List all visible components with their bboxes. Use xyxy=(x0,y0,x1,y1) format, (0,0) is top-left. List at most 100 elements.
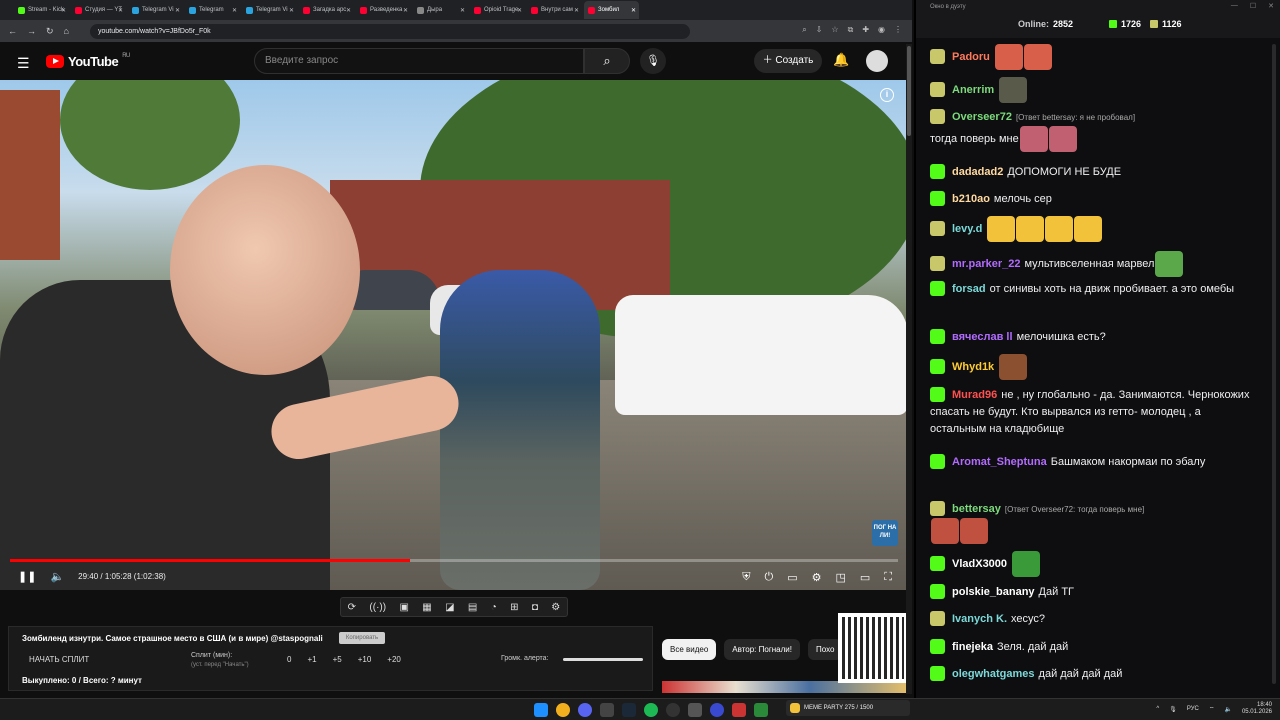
browser-tab[interactable]: Stream - Kick ✕ xyxy=(14,1,69,19)
split-value-button[interactable]: +1 xyxy=(307,655,316,664)
alert-volume-slider[interactable] xyxy=(563,658,643,661)
maximize-icon[interactable]: ☐ xyxy=(1250,2,1256,10)
search-icon[interactable]: ⌕ xyxy=(802,25,806,35)
chat-username[interactable]: VladX3000 xyxy=(952,558,1007,570)
mic-icon[interactable]: 🎙 xyxy=(1169,706,1177,713)
copy-badge[interactable]: Копировать xyxy=(339,632,385,644)
loop-icon[interactable]: ⟳ xyxy=(348,602,356,613)
browser-tab[interactable]: Студия — YT ✕ xyxy=(71,1,126,19)
browser-tab[interactable]: Telegram ✕ xyxy=(185,1,240,19)
puzzle-icon[interactable]: ✚ xyxy=(862,25,869,35)
language-indicator[interactable]: РУС xyxy=(1187,706,1199,712)
autoplay-toggle-icon[interactable]: ⏻ xyxy=(765,571,774,584)
split-value-button[interactable]: 0 xyxy=(287,655,291,664)
reload-icon[interactable]: ↻ xyxy=(46,26,54,37)
obs-icon[interactable] xyxy=(666,703,680,717)
browser-tab[interactable]: Telegram Vi ✕ xyxy=(242,1,297,19)
split-value-button[interactable]: +10 xyxy=(358,655,372,664)
chat-username[interactable]: forsad xyxy=(952,283,986,295)
extension-icon[interactable]: ⧉ xyxy=(848,25,854,35)
settings-gear-icon[interactable]: ⚙ xyxy=(812,571,822,584)
steam-icon[interactable] xyxy=(622,703,636,717)
hamburger-menu-icon[interactable]: ☰ xyxy=(17,55,30,72)
crop-icon[interactable]: ◪ xyxy=(445,602,454,613)
chat-username[interactable]: polskie_banany xyxy=(952,586,1035,598)
meme-party-widget[interactable]: MEME PARTY 275 / 1500 xyxy=(786,700,910,716)
chat-username[interactable]: вячеслав ll xyxy=(952,331,1013,343)
browser-menu-icon[interactable]: ⋮ xyxy=(894,25,902,35)
tab-close-icon[interactable]: ✕ xyxy=(118,7,123,14)
chevron-up-icon[interactable]: ^ xyxy=(1156,706,1159,712)
avatar[interactable] xyxy=(866,50,888,72)
browser-tab[interactable]: Telegram Vi ✕ xyxy=(128,1,183,19)
chat-username[interactable]: Murad96 xyxy=(952,389,997,401)
fullscreen-icon[interactable]: ⛶ xyxy=(884,571,892,584)
chat-username[interactable]: olegwhatgames xyxy=(952,668,1035,680)
youtube-logo[interactable]: YouTube RU xyxy=(46,53,130,69)
video-player[interactable]: i ПОГ НА ЛИ! ❚❚ 🔈 29:40 / 1:05:28 (1:02:… xyxy=(0,80,908,590)
page-scrollbar-thumb[interactable] xyxy=(907,46,911,136)
tab-close-icon[interactable]: ✕ xyxy=(61,7,66,14)
chat-username[interactable]: Whyd1k xyxy=(952,361,994,373)
subtitles-icon[interactable]: ▭ xyxy=(787,571,797,584)
tab-close-icon[interactable]: ✕ xyxy=(232,7,237,14)
install-icon[interactable]: ⇩ xyxy=(816,25,823,35)
start-split-button[interactable]: НАЧАТЬ СПЛИТ xyxy=(29,655,89,664)
url-field[interactable]: youtube.com/watch?v=JBfDo5r_F0k xyxy=(90,24,690,39)
split-value-button[interactable]: +20 xyxy=(387,655,401,664)
tab-close-icon[interactable]: ✕ xyxy=(460,7,465,14)
chat-scrollbar[interactable] xyxy=(1268,40,1280,696)
stretch-icon[interactable]: ▤ xyxy=(468,602,477,613)
theater-mode-icon[interactable]: ▭ xyxy=(860,571,870,584)
browser-tab[interactable]: Внутри сам ✕ xyxy=(527,1,582,19)
browser-tab[interactable]: Дыра ✕ xyxy=(413,1,468,19)
clock[interactable]: 18:40 05.01.2026 xyxy=(1242,702,1272,716)
notifications-bell-icon[interactable]: 🔔 xyxy=(833,52,849,68)
bookmark-star-icon[interactable]: ☆ xyxy=(831,25,838,35)
browser-tab[interactable]: Загадка арс ✕ xyxy=(299,1,354,19)
app-icon[interactable] xyxy=(754,703,768,717)
frame-icon[interactable]: ▦ xyxy=(422,602,431,613)
volume-icon[interactable]: 🔈 xyxy=(50,570,64,583)
chat-username[interactable]: Padoru xyxy=(952,51,990,63)
tab-close-icon[interactable]: ✕ xyxy=(289,7,294,14)
spotify-icon[interactable] xyxy=(644,703,658,717)
minimize-icon[interactable]: — xyxy=(1231,2,1238,10)
profile-icon[interactable]: ◉ xyxy=(878,25,885,35)
tab-close-icon[interactable]: ✕ xyxy=(517,7,522,14)
tab-close-icon[interactable]: ✕ xyxy=(403,7,408,14)
browser-tab[interactable]: Opioid Trage ✕ xyxy=(470,1,525,19)
app-icon[interactable] xyxy=(732,703,746,717)
chat-username[interactable]: Ivanych K. xyxy=(952,613,1007,625)
tab-close-icon[interactable]: ✕ xyxy=(175,7,180,14)
chat-username[interactable]: finejeka xyxy=(952,641,993,653)
search-button[interactable]: ⌕ xyxy=(584,48,630,74)
player-icon[interactable] xyxy=(710,703,724,717)
search-input[interactable]: Введите запрос xyxy=(254,48,584,74)
settings-icon[interactable]: ⚙ xyxy=(551,602,560,613)
back-icon[interactable]: ← xyxy=(8,26,17,36)
tab-close-icon[interactable]: ✕ xyxy=(631,7,636,14)
browser-tab[interactable]: Разведенка ✕ xyxy=(356,1,411,19)
chat-username[interactable]: levy.d xyxy=(952,223,982,235)
tab-close-icon[interactable]: ✕ xyxy=(574,7,579,14)
start-icon[interactable] xyxy=(534,703,548,717)
create-button[interactable]: ＋ Создать xyxy=(754,49,822,73)
speed-icon[interactable]: ◔ xyxy=(491,602,497,613)
pip-icon[interactable]: ▣ xyxy=(399,602,408,613)
tab-close-icon[interactable]: ✕ xyxy=(346,7,351,14)
info-icon[interactable]: i xyxy=(880,88,894,102)
audio-icon[interactable]: ((·)) xyxy=(369,602,386,613)
chat-username[interactable]: Anerrim xyxy=(952,84,994,96)
close-icon[interactable]: ✕ xyxy=(1268,2,1274,10)
chat-username[interactable]: b210ao xyxy=(952,193,990,205)
pause-icon[interactable]: ❚❚ xyxy=(18,570,36,583)
chat-username[interactable]: bettersay xyxy=(952,503,1001,515)
split-value-button[interactable]: +5 xyxy=(333,655,342,664)
app-icon[interactable] xyxy=(688,703,702,717)
wifi-icon[interactable]: ⌔ xyxy=(1209,705,1215,713)
forward-icon[interactable]: → xyxy=(27,26,36,36)
add-icon[interactable]: ⊞ xyxy=(510,602,518,613)
page-scrollbar[interactable] xyxy=(906,44,912,694)
miniplayer-icon[interactable]: ◳ xyxy=(835,571,845,584)
